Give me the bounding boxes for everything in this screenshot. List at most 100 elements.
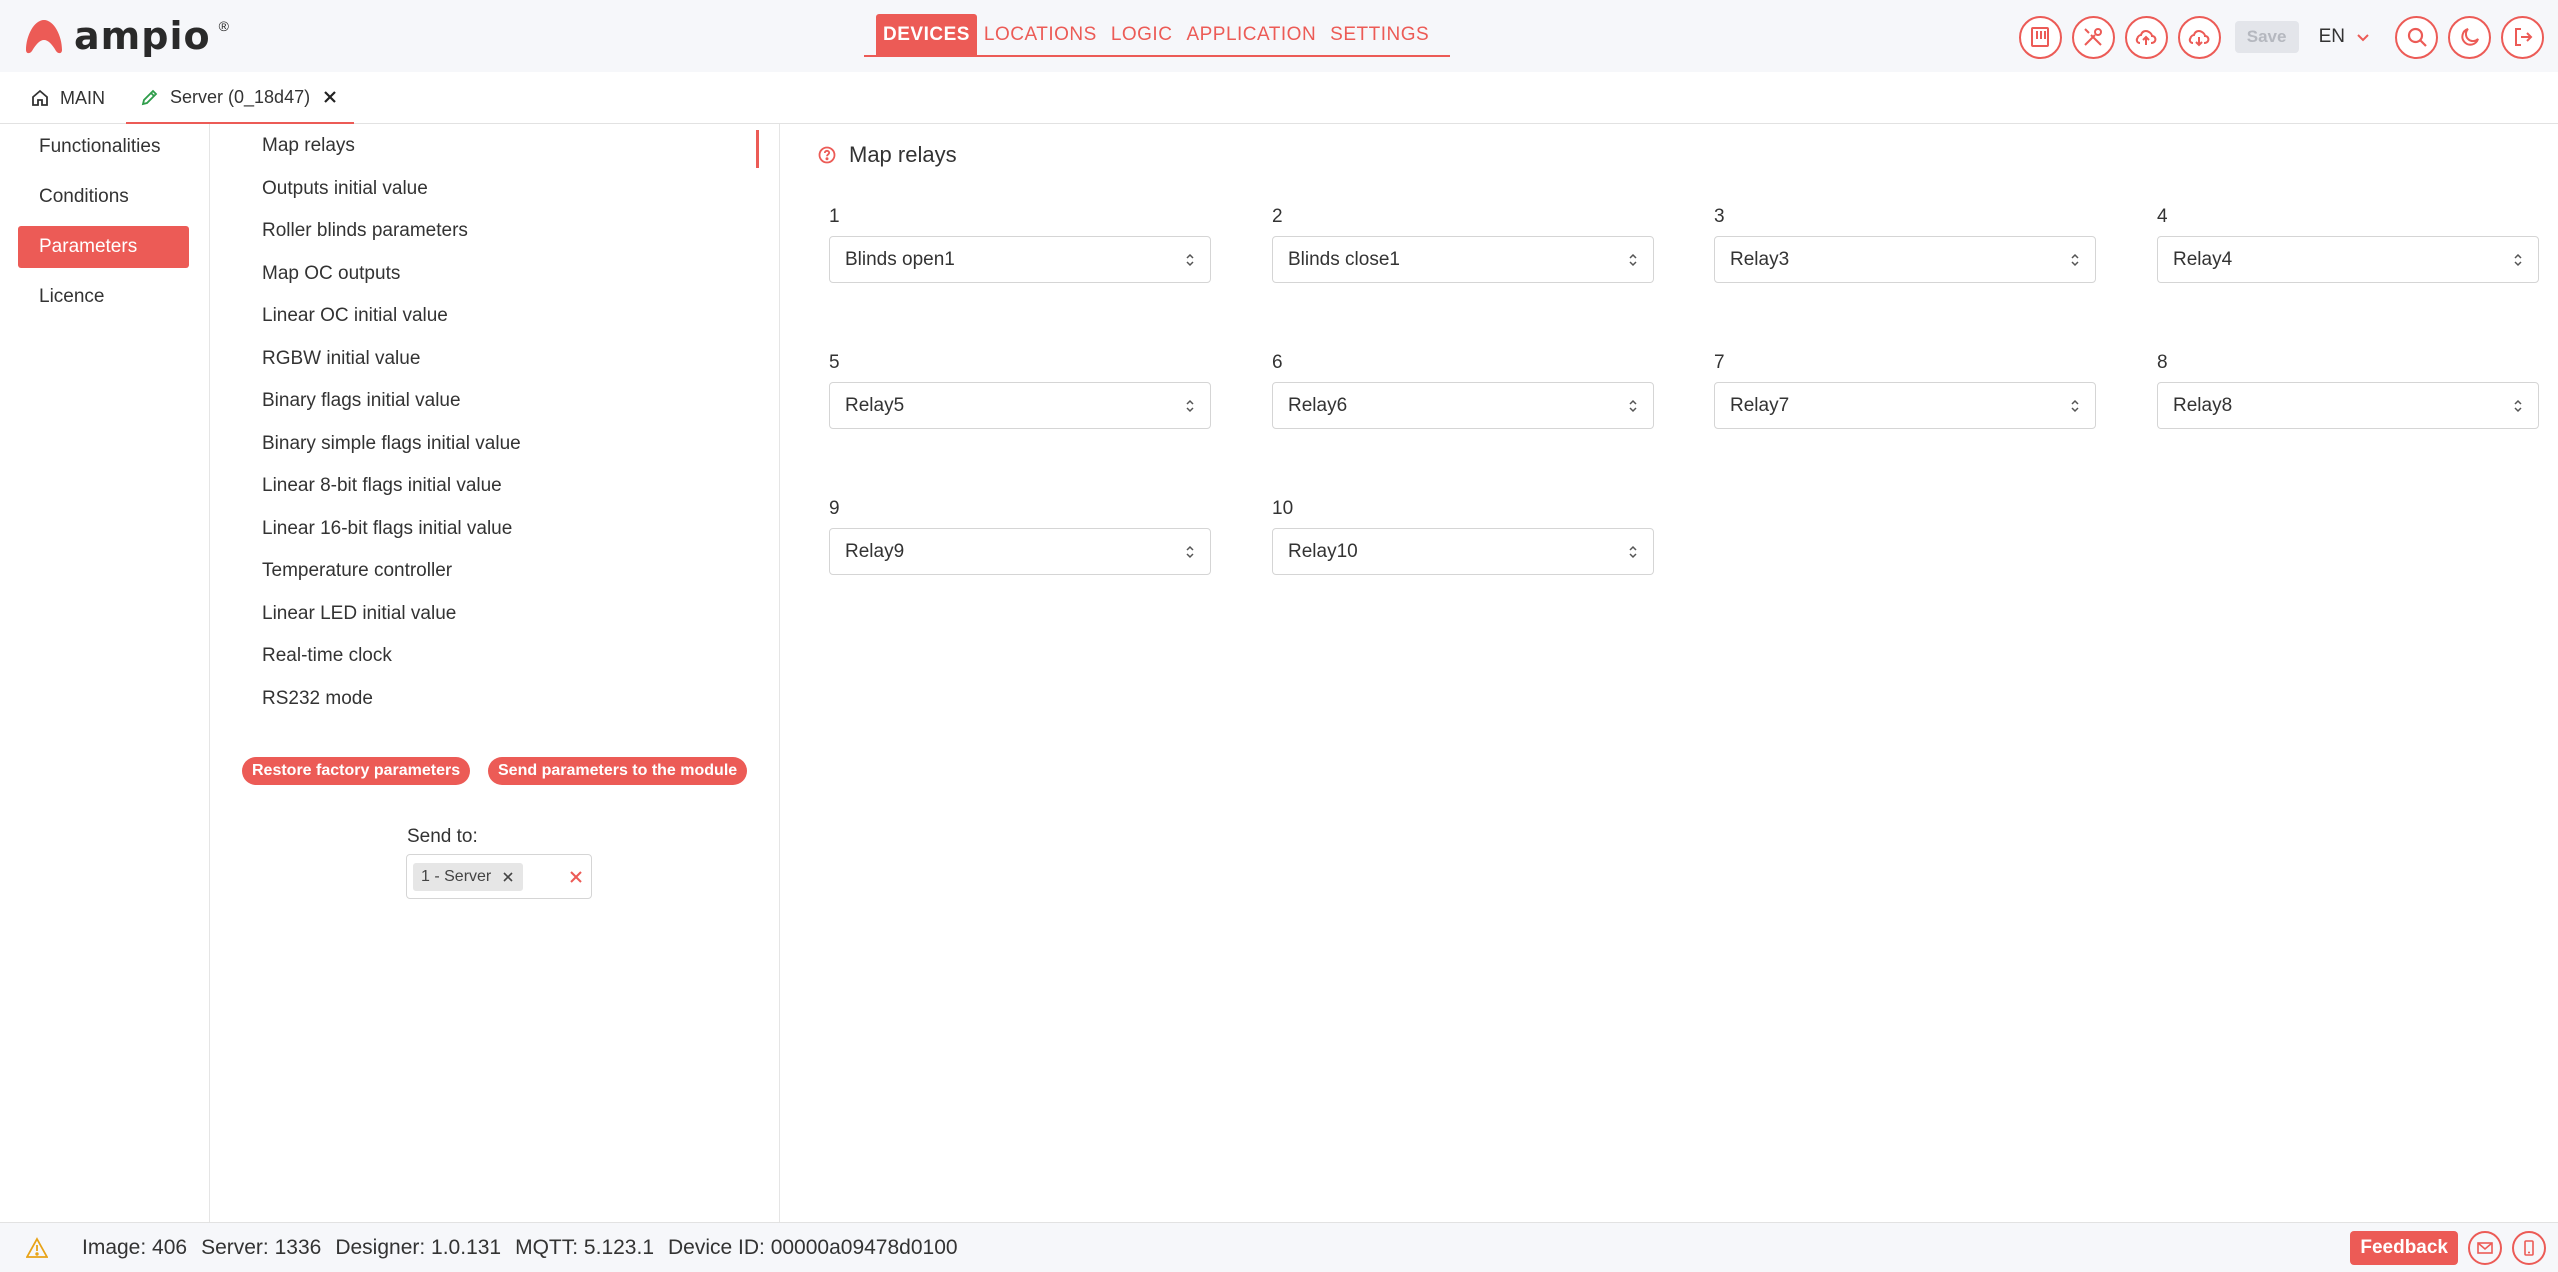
relay-field-4: 4 Relay4 [2157,206,2539,283]
relay-select-9[interactable]: Relay9 [829,528,1211,575]
brand-name: ampio [74,14,211,58]
ampio-logo[interactable]: ampio ® [22,14,229,58]
param-rs232-mode[interactable]: RS232 mode [262,684,373,714]
selected-indicator [756,130,759,168]
param-linear-16bit-flags-initial-value[interactable]: Linear 16-bit flags initial value [262,514,512,544]
send-parameters-button[interactable]: Send parameters to the module [488,757,748,785]
sidebar-item-parameters[interactable]: Parameters [18,226,189,268]
logout-icon [2514,28,2532,46]
param-binary-flags-initial-value[interactable]: Binary flags initial value [262,386,461,416]
relay-select-value: Relay7 [1730,394,1790,416]
language-label: EN [2318,26,2345,47]
param-map-oc-outputs[interactable]: Map OC outputs [262,259,400,289]
send-to-chip-label: 1 - Server [421,868,492,885]
home-icon [32,89,48,106]
relay-field-5: 5 Relay5 [829,352,1211,429]
feedback-button[interactable]: Feedback [2350,1231,2458,1265]
relay-select-8[interactable]: Relay8 [2157,382,2539,429]
chevron-down-icon [2357,34,2369,42]
logout-button[interactable] [2501,15,2544,59]
main-navigation: DEVICES LOCATIONS LOGIC APPLICATION SETT… [864,14,1451,57]
mobile-icon [2524,1240,2534,1256]
select-arrows-icon [1186,399,1194,412]
upload-button[interactable] [2124,15,2168,59]
relay-select-5[interactable]: Relay5 [829,382,1211,429]
relay-select-value: Relay3 [1730,248,1790,270]
moon-icon [2460,28,2479,46]
relay-field-2: 2 Blinds close1 [1272,206,1654,283]
chip-remove-icon[interactable] [501,870,515,884]
tab-main[interactable]: MAIN [30,72,105,124]
sidebar-item-conditions[interactable]: Conditions [18,176,189,218]
sidebar-item-functionalities[interactable]: Functionalities [18,126,189,168]
mail-button[interactable] [2468,1231,2502,1265]
tab-server-label: Server (0_18d47) [170,86,311,107]
section-title: Map relays [817,142,957,168]
nav-locations[interactable]: LOCATIONS [977,14,1104,55]
param-outputs-initial-value[interactable]: Outputs initial value [262,174,428,204]
relay-number: 8 [2157,352,2168,373]
relay-select-4[interactable]: Relay4 [2157,236,2539,283]
param-roller-blinds-parameters[interactable]: Roller blinds parameters [262,216,468,246]
relay-select-2[interactable]: Blinds close1 [1272,236,1654,283]
select-arrows-icon [1629,253,1637,266]
relay-number: 5 [829,352,840,373]
mobile-button[interactable] [2512,1231,2546,1265]
send-to-select[interactable]: 1 - Server [406,854,592,899]
cloud-download-icon [2188,30,2210,47]
relay-select-10[interactable]: Relay10 [1272,528,1654,575]
relay-select-value: Relay8 [2173,394,2233,416]
config-button[interactable] [2018,15,2062,59]
param-temperature-controller[interactable]: Temperature controller [262,556,452,586]
dark-mode-button[interactable] [2448,15,2491,59]
param-rgbw-initial-value[interactable]: RGBW initial value [262,344,420,374]
help-icon[interactable] [817,145,837,165]
param-linear-8bit-flags-initial-value[interactable]: Linear 8-bit flags initial value [262,471,502,501]
nav-settings[interactable]: SETTINGS [1323,14,1436,55]
close-icon[interactable] [320,87,340,107]
mqtt-version: MQTT: 5.123.1 [515,1236,654,1259]
relay-field-9: 9 Relay9 [829,498,1211,575]
tabs-bar: MAIN Server (0_18d47) [0,72,2558,124]
param-real-time-clock[interactable]: Real-time clock [262,641,392,671]
relay-number: 3 [1714,206,1725,227]
warning-icon[interactable] [26,1237,48,1259]
server-version: Server: 1336 [201,1236,322,1259]
relay-select-1[interactable]: Blinds open1 [829,236,1211,283]
save-button[interactable]: Save [2234,21,2299,53]
tools-button[interactable] [2071,15,2115,59]
relay-number: 6 [1272,352,1283,373]
relay-field-3: 3 Relay3 [1714,206,2096,283]
param-linear-led-initial-value[interactable]: Linear LED initial value [262,599,456,629]
select-arrows-icon [2514,253,2522,266]
relay-select-value: Relay9 [845,540,905,562]
param-linear-oc-initial-value[interactable]: Linear OC initial value [262,301,448,331]
header-actions: Save EN [2018,14,2544,60]
relay-select-6[interactable]: Relay6 [1272,382,1654,429]
relay-select-value: Blinds close1 [1288,248,1400,270]
param-binary-simple-flags-initial-value[interactable]: Binary simple flags initial value [262,429,521,459]
param-map-relays[interactable]: Map relays [262,131,355,161]
relay-select-value: Relay5 [845,394,905,416]
device-id: Device ID: 00000a09478d0100 [668,1236,958,1259]
relay-select-3[interactable]: Relay3 [1714,236,2096,283]
download-button[interactable] [2177,15,2221,59]
parameters-list-panel: Map relays Outputs initial value Roller … [210,124,780,1222]
sidebar-item-licence[interactable]: Licence [18,276,189,318]
clear-selection-icon[interactable] [567,868,585,886]
designer-version: Designer: 1.0.131 [335,1236,502,1259]
search-button[interactable] [2395,15,2438,59]
send-to-label: Send to: [407,826,478,847]
tab-main-label: MAIN [60,87,105,108]
tab-server[interactable]: Server (0_18d47) [126,72,355,124]
relay-field-10: 10 Relay10 [1272,498,1654,575]
nav-devices[interactable]: DEVICES [876,14,977,55]
nav-application[interactable]: APPLICATION [1179,14,1323,55]
relay-select-value: Relay4 [2173,248,2233,270]
relay-select-7[interactable]: Relay7 [1714,382,2096,429]
relay-select-value: Blinds open1 [845,248,955,270]
main-content: Map relays 1 Blinds open1 2 Blinds close… [781,124,2558,1222]
language-selector[interactable]: EN [2319,26,2371,48]
nav-logic[interactable]: LOGIC [1104,14,1180,55]
restore-factory-button[interactable]: Restore factory parameters [242,757,471,785]
